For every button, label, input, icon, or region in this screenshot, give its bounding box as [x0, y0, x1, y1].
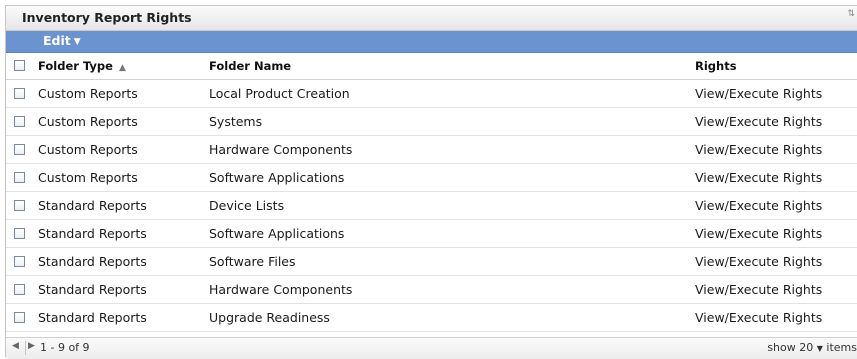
rights-cell: View/Execute Rights: [695, 198, 823, 213]
inventory-report-rights-panel: Inventory Report Rights ⇅ Edit ▼ Folder T…: [5, 5, 857, 359]
column-header-rights[interactable]: Rights: [695, 59, 737, 73]
row-checkbox[interactable]: [14, 256, 25, 267]
rights-cell: View/Execute Rights: [695, 142, 823, 157]
table-header: Folder Type ▲ Folder Name Rights: [6, 53, 857, 80]
row-checkbox[interactable]: [14, 284, 25, 295]
table-row[interactable]: Standard Reports Software Applications V…: [6, 220, 857, 248]
folder-name-cell[interactable]: Software Applications: [209, 226, 344, 241]
folder-type-cell: Standard Reports: [38, 310, 147, 325]
chevron-down-icon: ▼: [73, 37, 81, 47]
folder-type-cell: Standard Reports: [38, 226, 147, 241]
table-body: Custom Reports Local Product Creation Vi…: [6, 80, 857, 332]
folder-name-cell[interactable]: Device Lists: [209, 198, 284, 213]
row-checkbox[interactable]: [14, 172, 25, 183]
next-page-icon[interactable]: ▶: [28, 341, 35, 351]
table-row[interactable]: Standard Reports Hardware Components Vie…: [6, 276, 857, 304]
folder-type-cell: Standard Reports: [38, 198, 147, 213]
folder-name-cell[interactable]: Software Files: [209, 254, 296, 269]
table-row[interactable]: Custom Reports Hardware Components View/…: [6, 136, 857, 164]
chevron-down-icon: ▼: [816, 344, 823, 353]
toolbar: Edit ▼: [6, 31, 857, 53]
pagination-range: 1 - 9 of 9: [40, 341, 90, 354]
folder-name-cell[interactable]: Hardware Components: [209, 142, 352, 157]
table-row[interactable]: Standard Reports Device Lists View/Execu…: [6, 192, 857, 220]
table-row[interactable]: Custom Reports Local Product Creation Vi…: [6, 80, 857, 108]
select-all-checkbox[interactable]: [14, 60, 25, 71]
edit-menu-button[interactable]: Edit ▼: [43, 33, 81, 48]
folder-type-cell: Custom Reports: [38, 114, 138, 129]
page-size-select[interactable]: 20 ▼: [799, 341, 823, 354]
rights-cell: View/Execute Rights: [695, 170, 823, 185]
rights-cell: View/Execute Rights: [695, 226, 823, 241]
table-row[interactable]: Standard Reports Software Files View/Exe…: [6, 248, 857, 276]
table-row[interactable]: Custom Reports Software Applications Vie…: [6, 164, 857, 192]
pagination-footer: ◀ ▶ 1 - 9 of 9 show 20 ▼ items: [6, 337, 857, 359]
column-header-label: Folder Type: [38, 59, 113, 73]
folder-name-cell[interactable]: Software Applications: [209, 170, 344, 185]
folder-name-cell[interactable]: Local Product Creation: [209, 86, 350, 101]
sort-ascending-icon: ▲: [118, 63, 126, 73]
rights-cell: View/Execute Rights: [695, 114, 823, 129]
show-label: show: [767, 341, 796, 354]
table-row[interactable]: Standard Reports Upgrade Readiness View/…: [6, 304, 857, 332]
page-size-control: show 20 ▼ items: [767, 341, 857, 354]
folder-type-cell: Custom Reports: [38, 142, 138, 157]
row-checkbox[interactable]: [14, 200, 25, 211]
panel-title: Inventory Report Rights: [22, 10, 192, 25]
folder-type-cell: Standard Reports: [38, 282, 147, 297]
edit-menu-label: Edit: [43, 33, 71, 48]
table-row[interactable]: Custom Reports Systems View/Execute Righ…: [6, 108, 857, 136]
row-checkbox[interactable]: [14, 312, 25, 323]
folder-type-cell: Custom Reports: [38, 170, 138, 185]
resize-handle-icon[interactable]: ⇅: [847, 9, 855, 19]
folder-type-cell: Custom Reports: [38, 86, 138, 101]
folder-type-cell: Standard Reports: [38, 254, 147, 269]
folder-name-cell[interactable]: Systems: [209, 114, 262, 129]
row-checkbox[interactable]: [14, 88, 25, 99]
items-label: items: [826, 341, 857, 354]
row-checkbox[interactable]: [14, 144, 25, 155]
page-size-value: 20: [799, 341, 814, 354]
folder-name-cell[interactable]: Hardware Components: [209, 282, 352, 297]
rights-cell: View/Execute Rights: [695, 254, 823, 269]
previous-page-icon[interactable]: ◀: [12, 341, 19, 351]
column-header-folder-type[interactable]: Folder Type ▲: [38, 59, 126, 73]
panel-titlebar: Inventory Report Rights ⇅: [6, 6, 857, 31]
rights-cell: View/Execute Rights: [695, 282, 823, 297]
column-header-folder-name[interactable]: Folder Name: [209, 59, 291, 73]
divider: [25, 341, 26, 355]
row-checkbox[interactable]: [14, 116, 25, 127]
rights-cell: View/Execute Rights: [695, 310, 823, 325]
rights-cell: View/Execute Rights: [695, 86, 823, 101]
row-checkbox[interactable]: [14, 228, 25, 239]
folder-name-cell[interactable]: Upgrade Readiness: [209, 310, 330, 325]
